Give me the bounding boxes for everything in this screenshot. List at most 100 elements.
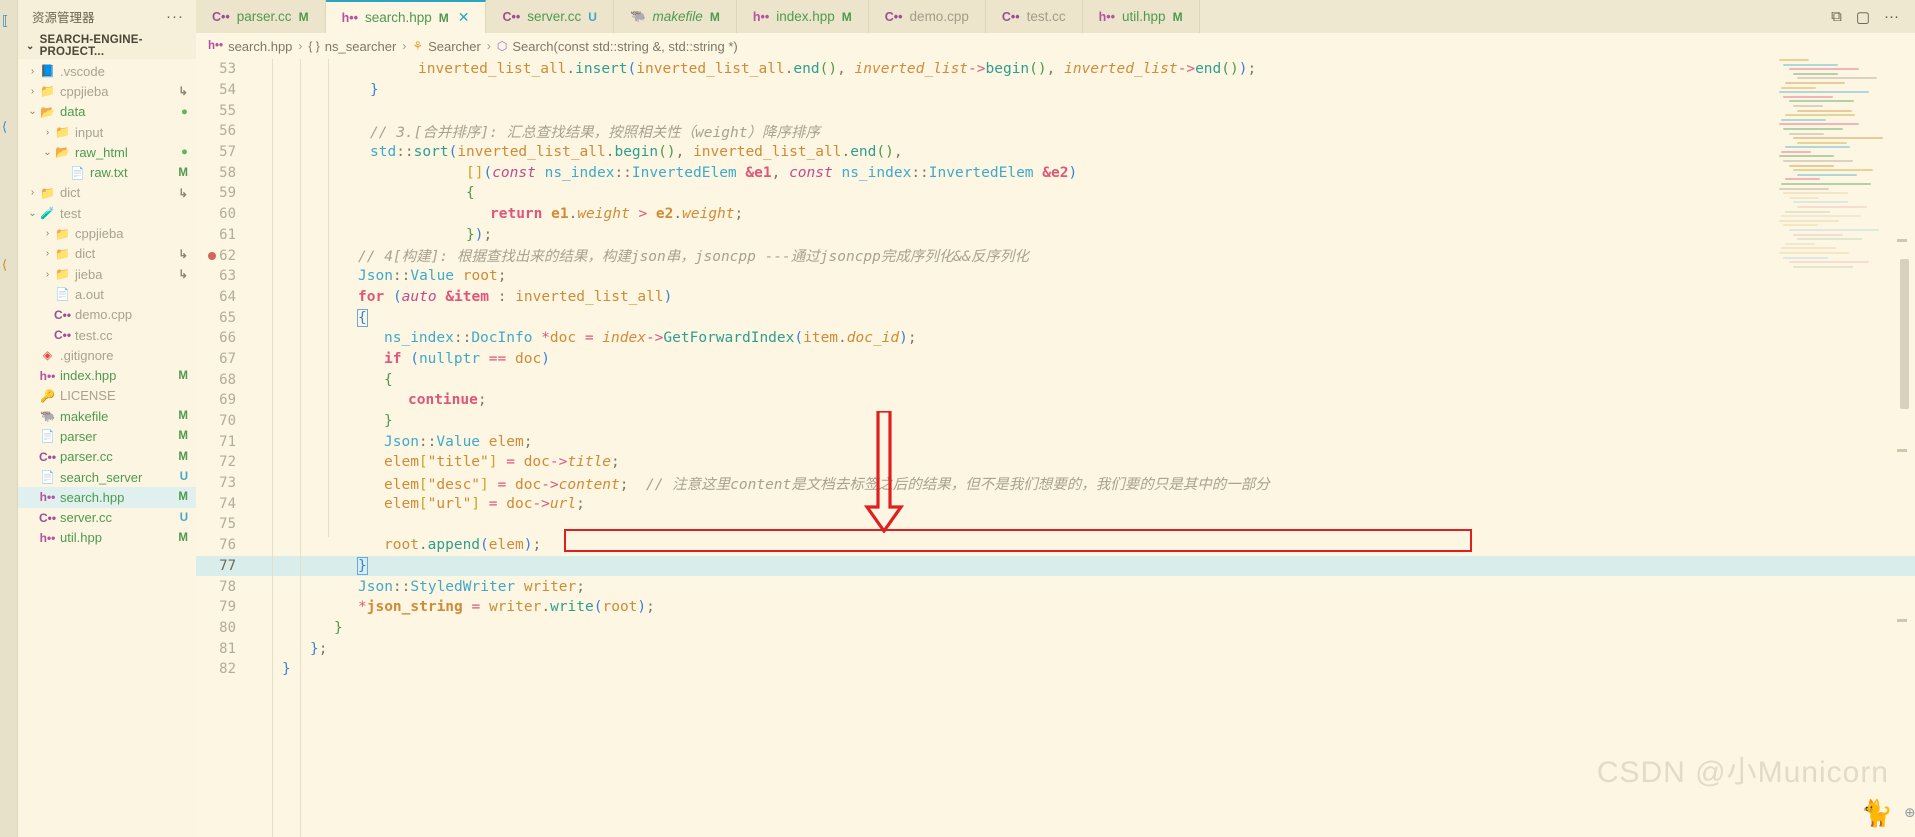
code-lines[interactable]: 53 inverted_list_all.insert(inverted_list… xyxy=(196,59,1915,837)
chevron-down-icon[interactable]: ⌄ xyxy=(26,41,35,52)
tree-item-search_server[interactable]: 📄 search_server U xyxy=(18,467,196,487)
explorer-more-icon[interactable]: ··· xyxy=(166,9,184,24)
tree-item-LICENSE[interactable]: 🔑 LICENSE xyxy=(18,386,196,406)
tree-item-a-out[interactable]: 📄 a.out xyxy=(18,284,196,304)
tree-item-cppjieba[interactable]: › 📁 cppjieba ↳ xyxy=(18,81,196,101)
project-root-header[interactable]: ⌄ SEARCH-ENGINE-PROJECT... xyxy=(18,33,196,59)
tree-item-parser[interactable]: 📄 parser M xyxy=(18,426,196,446)
line-number: 53 xyxy=(219,61,236,78)
code-line-82[interactable]: 82} xyxy=(196,659,1915,680)
chevron-right-icon[interactable]: › xyxy=(26,187,39,198)
chevron-right-icon[interactable]: › xyxy=(41,228,54,239)
code-line-54[interactable]: 54} xyxy=(196,80,1915,101)
code-line-56[interactable]: 56 // 3.[合并排序]: 汇总查找结果，按照相关性（weight）降序排序 xyxy=(196,121,1915,142)
tab-makefile[interactable]: 🐃 makefile M xyxy=(613,0,737,33)
code-line-68[interactable]: 68 { xyxy=(196,369,1915,390)
breadcrumb-item-0[interactable]: h•• search.hpp xyxy=(208,39,292,54)
tab-util-hpp[interactable]: h•• util.hpp M xyxy=(1082,0,1200,33)
chevron-down-icon[interactable]: ⌄ xyxy=(26,106,39,117)
code-line-61[interactable]: 61}); xyxy=(196,225,1915,246)
code-line-79[interactable]: 79 *json_string = writer.write(root); xyxy=(196,597,1915,618)
project-title: SEARCH-ENGINE-PROJECT... xyxy=(39,34,143,58)
editor-action-icon-2[interactable]: ··· xyxy=(1884,8,1899,25)
editor-tab-bar[interactable]: C•• parser.cc Mh•• search.hpp M ✕ C•• server.cc… xyxy=(196,0,1915,33)
tab-demo-cpp[interactable]: C•• demo.cpp xyxy=(868,0,986,33)
tree-item-index-hpp[interactable]: h•• index.hpp M xyxy=(18,365,196,385)
code-line-55[interactable]: 55 xyxy=(196,100,1915,121)
tree-item-server-cc[interactable]: C•• server.cc U xyxy=(18,508,196,528)
close-icon[interactable]: ✕ xyxy=(458,9,470,26)
breadcrumb-item-1[interactable]: { } ns_searcher xyxy=(308,39,396,54)
tree-item-cppjieba[interactable]: › 📁 cppjieba xyxy=(18,223,196,243)
tree-item-input[interactable]: › 📁 input xyxy=(18,122,196,142)
chevron-right-icon[interactable]: › xyxy=(41,248,54,259)
code-line-63[interactable]: 63 Json::Value root; xyxy=(196,266,1915,287)
code-line-71[interactable]: 71 Json::Value elem; xyxy=(196,431,1915,452)
tab-index-hpp[interactable]: h•• index.hpp M xyxy=(736,0,869,33)
explorer-rail-icon[interactable]: ⟦ xyxy=(2,14,8,27)
code-line-78[interactable]: 78 Json::StyledWriter writer; xyxy=(196,576,1915,597)
code-line-72[interactable]: 72 elem["title"] = doc->title; xyxy=(196,452,1915,473)
tree-item-raw-txt[interactable]: 📄 raw.txt M xyxy=(18,162,196,182)
code-editor[interactable]: 53 inverted_list_all.insert(inverted_list… xyxy=(196,59,1915,837)
chevron-right-icon[interactable]: › xyxy=(41,269,54,280)
code-line-75[interactable]: 75 xyxy=(196,514,1915,535)
file-explorer-tree[interactable]: › 📘 .vscode › 📁 cppjieba ↳ ⌄ 📂 data ● › 📁 input ⌄ 📂 raw_… xyxy=(18,59,196,837)
tab-status-badge: M xyxy=(298,9,309,24)
debug-rail-icon[interactable]: ⟨ xyxy=(2,120,7,133)
code-line-76[interactable]: 76 root.append(elem); xyxy=(196,535,1915,556)
tree-item-search-hpp[interactable]: h•• search.hpp M xyxy=(18,487,196,508)
code-line-60[interactable]: 60 return e1.weight > e2.weight; xyxy=(196,204,1915,225)
tree-item-parser-cc[interactable]: C•• parser.cc M xyxy=(18,447,196,467)
tree-item-test-cc[interactable]: C•• test.cc xyxy=(18,325,196,345)
breadcrumb[interactable]: h•• search.hpp › { } ns_searcher › ⚘ Searcher › ⬡… xyxy=(196,33,1915,59)
source-control-rail-icon[interactable]: ⟨ xyxy=(2,258,7,271)
code-line-70[interactable]: 70} xyxy=(196,411,1915,432)
code-line-62[interactable]: 62 // 4[构建]: 根据查找出来的结果，构建json串，jsoncpp --… xyxy=(196,245,1915,266)
tree-item-test[interactable]: ⌄ 🧪 test xyxy=(18,203,196,223)
code-line-59[interactable]: 59 { xyxy=(196,183,1915,204)
editor-action-icon-1[interactable]: ▢ xyxy=(1856,8,1870,26)
chevron-right-icon[interactable]: › xyxy=(26,86,39,97)
tree-item-data[interactable]: ⌄ 📂 data ● xyxy=(18,102,196,122)
editor-scrollbar[interactable] xyxy=(1897,59,1911,837)
tree-item--vscode[interactable]: › 📘 .vscode xyxy=(18,61,196,81)
chevron-right-icon[interactable]: › xyxy=(41,127,54,138)
code-line-57[interactable]: 57 std::sort(inverted_list_all.begin(), i… xyxy=(196,142,1915,163)
tab-test-cc[interactable]: C•• test.cc xyxy=(985,0,1083,33)
code-line-77[interactable]: 77} xyxy=(196,555,1915,577)
tree-item-status: ● xyxy=(181,105,188,118)
code-line-64[interactable]: 64 for (auto &item : inverted_list_all) xyxy=(196,287,1915,308)
scrollbar-thumb[interactable] xyxy=(1900,259,1909,409)
activity-bar[interactable]: ⟦ ⟨ ⟨ xyxy=(0,0,18,837)
tab-search-hpp[interactable]: h•• search.hpp M ✕ xyxy=(325,0,487,33)
tree-item-jieba[interactable]: › 📁 jieba ↳ xyxy=(18,264,196,284)
tree-item-dict[interactable]: › 📁 dict ↳ xyxy=(18,244,196,264)
code-line-58[interactable]: 58 [](const ns_index::InvertedElem &e1, c… xyxy=(196,162,1915,183)
code-line-67[interactable]: 67 if (nullptr == doc) xyxy=(196,349,1915,370)
code-line-81[interactable]: 81}; xyxy=(196,638,1915,659)
tree-item-util-hpp[interactable]: h•• util.hpp M xyxy=(18,528,196,548)
code-line-69[interactable]: 69 continue; xyxy=(196,390,1915,411)
code-line-66[interactable]: 66 ns_index::DocInfo *doc = index->GetFor… xyxy=(196,328,1915,349)
breadcrumb-item-3[interactable]: ⬡ Search(const std::string &, std::string… xyxy=(497,39,738,54)
breadcrumb-item-2[interactable]: ⚘ Searcher xyxy=(412,39,481,54)
method-icon: ⬡ xyxy=(496,39,508,53)
editor-actions[interactable]: ⧉ ▢ ··· xyxy=(1815,0,1915,33)
chevron-down-icon[interactable]: ⌄ xyxy=(26,208,39,219)
tree-item-demo-cpp[interactable]: C•• demo.cpp xyxy=(18,305,196,325)
code-line-74[interactable]: 74 elem["url"] = doc->url; xyxy=(196,493,1915,514)
chevron-down-icon[interactable]: ⌄ xyxy=(41,147,54,158)
tree-item-raw_html[interactable]: ⌄ 📂 raw_html ● xyxy=(18,142,196,162)
tab-parser-cc[interactable]: C•• parser.cc M xyxy=(196,0,326,33)
tab-server-cc[interactable]: C•• server.cc U xyxy=(486,0,614,33)
code-line-53[interactable]: 53 inverted_list_all.insert(inverted_list… xyxy=(196,59,1915,80)
tree-item--gitignore[interactable]: ◈ .gitignore xyxy=(18,345,196,365)
editor-action-icon-0[interactable]: ⧉ xyxy=(1831,8,1842,25)
code-line-73[interactable]: 73 elem["desc"] = doc->content; // 注意这里co… xyxy=(196,473,1915,494)
chevron-right-icon[interactable]: › xyxy=(26,66,39,77)
code-line-65[interactable]: 65 { xyxy=(196,307,1915,328)
code-line-80[interactable]: 80} xyxy=(196,618,1915,639)
tree-item-dict[interactable]: › 📁 dict ↳ xyxy=(18,183,196,203)
tree-item-makefile[interactable]: 🐃 makefile M xyxy=(18,406,196,426)
